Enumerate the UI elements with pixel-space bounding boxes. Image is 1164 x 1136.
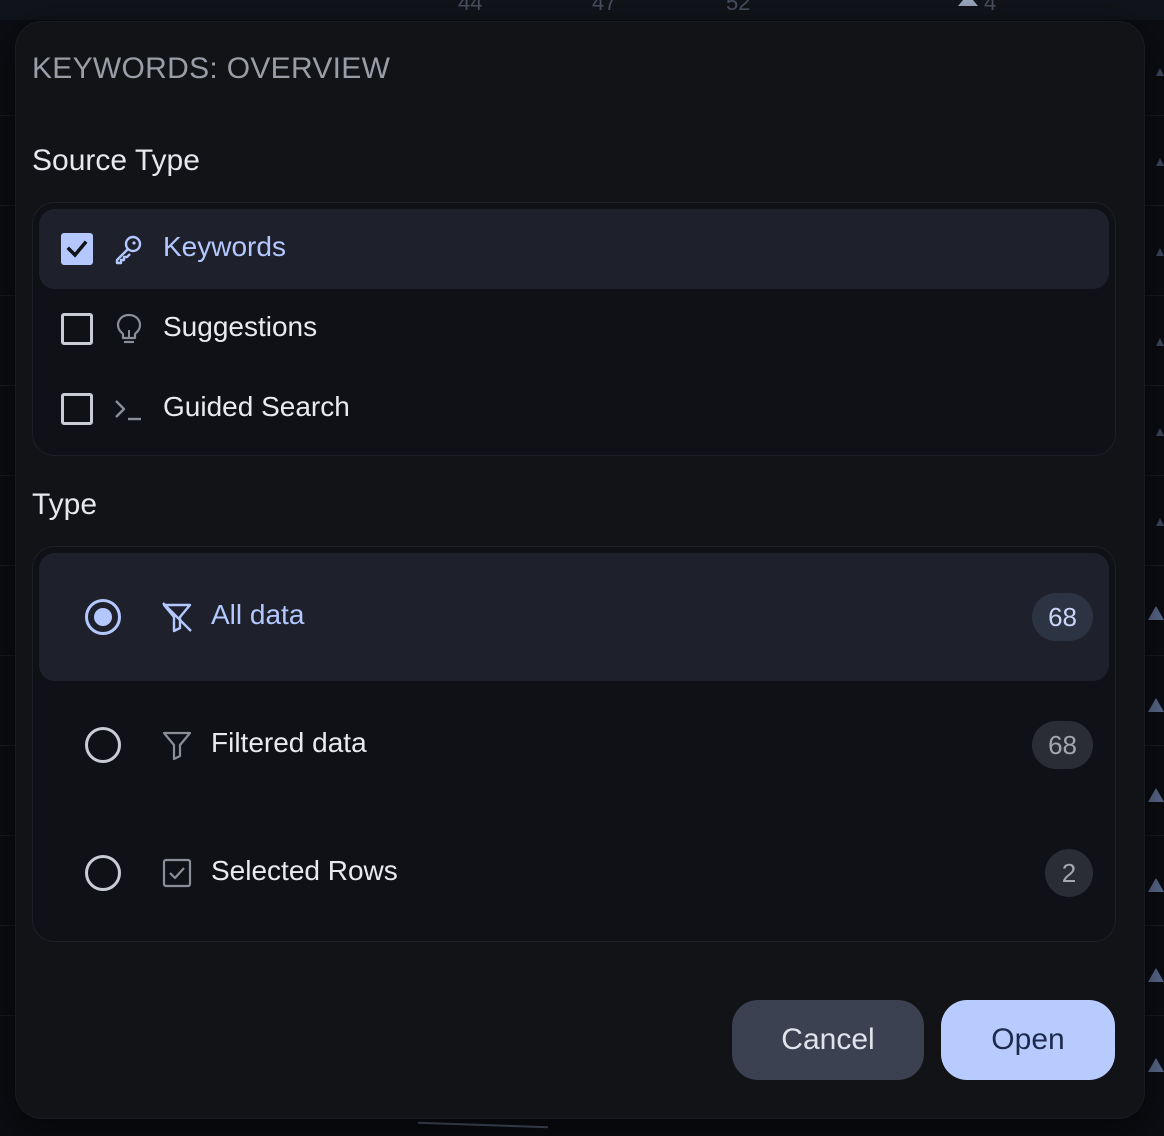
type-heading: Type <box>32 488 98 521</box>
all-data-label: All data <box>211 599 305 630</box>
trend-up-icon <box>1156 158 1164 166</box>
type-option-filtered-data[interactable]: Filtered data 68 <box>39 681 1109 809</box>
trend-up-icon <box>1156 68 1164 76</box>
trend-up-icon <box>1156 518 1164 526</box>
all-data-count-badge: 68 <box>1032 593 1093 641</box>
key-icon <box>115 235 142 265</box>
checkbox-square-icon <box>162 858 192 888</box>
suggestions-label: Suggestions <box>163 311 318 342</box>
source-option-guided-search[interactable]: Guided Search <box>39 369 1109 449</box>
keywords-label: Keywords <box>163 231 286 262</box>
background-chart-line <box>418 1121 548 1129</box>
guided-search-label: Guided Search <box>163 391 350 422</box>
all-data-radio[interactable] <box>85 599 121 635</box>
trend-up-icon <box>1156 338 1164 346</box>
source-type-heading: Source Type <box>32 144 200 177</box>
trend-up-icon <box>1148 606 1164 620</box>
trend-up-icon <box>1148 968 1164 982</box>
trend-up-icon <box>1148 878 1164 892</box>
filtered-data-count-badge: 68 <box>1032 721 1093 769</box>
cancel-button[interactable]: Cancel <box>732 1000 924 1080</box>
source-option-suggestions[interactable]: Suggestions <box>39 289 1109 369</box>
checkmark-icon <box>66 240 88 258</box>
selected-rows-radio[interactable] <box>85 855 121 891</box>
background-number: 47 <box>592 0 617 15</box>
trend-up-icon <box>1156 428 1164 436</box>
export-dialog: KEYWORDS: OVERVIEW Source Type Keywords <box>16 22 1144 1118</box>
trend-up-icon <box>1148 1058 1164 1072</box>
lightbulb-icon <box>116 313 142 344</box>
type-option-selected-rows[interactable]: Selected Rows 2 <box>39 809 1109 937</box>
suggestions-checkbox[interactable] <box>61 313 93 345</box>
source-type-group: Keywords Suggestions Guided Search <box>32 202 1116 456</box>
trend-up-icon <box>1148 698 1164 712</box>
background-number: 44 <box>458 0 483 15</box>
selected-rows-count-badge: 2 <box>1045 849 1093 897</box>
background-number: 52 <box>726 0 751 15</box>
filtered-data-label: Filtered data <box>211 727 367 758</box>
source-option-keywords[interactable]: Keywords <box>39 209 1109 289</box>
filtered-data-radio[interactable] <box>85 727 121 763</box>
dialog-title: KEYWORDS: OVERVIEW <box>32 52 391 85</box>
trend-up-icon <box>1156 248 1164 256</box>
filter-icon <box>162 731 192 761</box>
type-group: All data 68 Filtered data 68 Selected Ro… <box>32 546 1116 942</box>
open-button[interactable]: Open <box>941 1000 1115 1080</box>
type-option-all-data[interactable]: All data 68 <box>39 553 1109 681</box>
background-number: 4 <box>984 0 997 15</box>
selected-rows-label: Selected Rows <box>211 855 398 886</box>
trend-up-icon <box>958 0 978 6</box>
filter-off-icon <box>162 602 192 633</box>
guided-search-checkbox[interactable] <box>61 393 93 425</box>
trend-up-icon <box>1148 788 1164 802</box>
keywords-checkbox[interactable] <box>61 233 93 265</box>
terminal-icon <box>115 400 141 421</box>
